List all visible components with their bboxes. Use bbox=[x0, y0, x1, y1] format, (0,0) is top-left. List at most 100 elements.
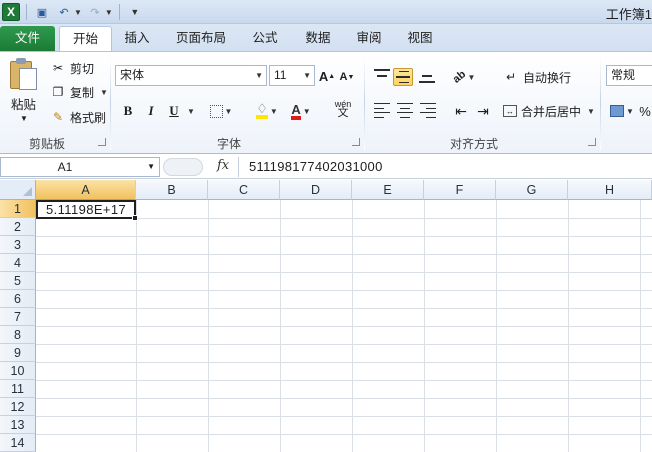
underline-dropdown-icon[interactable]: ▼ bbox=[185, 101, 195, 121]
underline-button[interactable]: U bbox=[164, 101, 184, 121]
insert-function-icon[interactable]: fx bbox=[217, 158, 229, 173]
row-header[interactable]: 8 bbox=[0, 326, 36, 344]
gridline bbox=[36, 272, 652, 273]
align-right-icon[interactable] bbox=[418, 101, 438, 119]
grow-font-button[interactable]: A ▲ bbox=[319, 66, 335, 86]
cut-button[interactable]: ✂ 剪切 bbox=[50, 58, 94, 78]
tab-page-layout[interactable]: 页面布局 bbox=[168, 26, 234, 51]
tab-data[interactable]: 数据 bbox=[296, 26, 340, 51]
font-size-combo[interactable]: 11 ▼ bbox=[269, 65, 315, 86]
currency-icon bbox=[610, 105, 625, 117]
chevron-down-icon[interactable]: ▼ bbox=[147, 158, 155, 176]
tab-view[interactable]: 视图 bbox=[398, 26, 442, 51]
column-header-h[interactable]: H bbox=[568, 180, 652, 200]
orientation-button[interactable]: ab ▼ bbox=[450, 67, 478, 87]
row-header[interactable]: 10 bbox=[0, 362, 36, 380]
paintbrush-icon: ✎ bbox=[52, 110, 64, 124]
undo-dropdown-icon[interactable]: ▼ bbox=[74, 8, 82, 17]
row-header[interactable]: 9 bbox=[0, 344, 36, 362]
merge-dropdown-icon[interactable]: ▼ bbox=[587, 107, 595, 116]
row-header[interactable]: 4 bbox=[0, 254, 36, 272]
font-name-combo[interactable]: 宋体 ▼ bbox=[115, 65, 267, 86]
fill-handle[interactable] bbox=[132, 215, 138, 221]
undo-icon[interactable]: ↶ bbox=[55, 3, 73, 21]
copy-button[interactable]: ❐ 复制 ▼ bbox=[50, 82, 108, 102]
column-header-c[interactable]: C bbox=[208, 180, 280, 200]
copy-dropdown-icon[interactable]: ▼ bbox=[100, 88, 108, 97]
ribbon-tabs: 文件 开始 插入 页面布局 公式 数据 审阅 视图 bbox=[0, 24, 652, 51]
increase-indent-icon[interactable]: ⇥ bbox=[473, 101, 493, 121]
excel-app-icon[interactable]: X bbox=[2, 3, 20, 21]
paste-dropdown-icon[interactable]: ▼ bbox=[20, 114, 28, 123]
format-painter-button[interactable]: ✎ 格式刷 bbox=[50, 107, 106, 127]
column-header-d[interactable]: D bbox=[280, 180, 352, 200]
cell-a1[interactable]: 5.11198E+17 bbox=[36, 200, 138, 221]
align-bottom-icon[interactable] bbox=[417, 67, 437, 85]
gridline bbox=[36, 344, 652, 345]
tab-home[interactable]: 开始 bbox=[59, 26, 112, 51]
merge-center-button[interactable]: ↔ 合并后居中 ▼ bbox=[503, 101, 595, 121]
row-header[interactable]: 13 bbox=[0, 416, 36, 434]
formula-bar: A1 ▼ fx 511198177402031000 bbox=[0, 155, 652, 179]
row-header[interactable]: 1 bbox=[0, 200, 36, 218]
tab-insert[interactable]: 插入 bbox=[114, 26, 160, 51]
clipboard-launcher-icon[interactable] bbox=[98, 138, 106, 146]
alignment-launcher-icon[interactable] bbox=[588, 138, 596, 146]
formula-bar-resize-handle[interactable] bbox=[163, 158, 203, 176]
formula-input[interactable]: 511198177402031000 bbox=[238, 157, 652, 177]
percent-style-button[interactable]: % bbox=[638, 101, 652, 121]
redo-icon[interactable]: ↷ bbox=[86, 3, 104, 21]
align-middle-icon[interactable] bbox=[393, 68, 413, 86]
alignment-group-label: 对齐方式 bbox=[449, 137, 498, 151]
tab-file[interactable]: 文件 bbox=[0, 26, 55, 51]
column-header-f[interactable]: F bbox=[424, 180, 496, 200]
align-left-icon[interactable] bbox=[372, 101, 392, 119]
merge-cells-icon: ↔ bbox=[503, 105, 517, 117]
align-top-icon[interactable] bbox=[372, 67, 392, 85]
column-header-g[interactable]: G bbox=[496, 180, 568, 200]
fill-color-button[interactable]: ♢ ▼ bbox=[252, 101, 282, 121]
borders-button[interactable]: ▼ bbox=[208, 101, 234, 121]
select-all-button[interactable] bbox=[0, 180, 36, 200]
row-header[interactable]: 3 bbox=[0, 236, 36, 254]
tab-formulas[interactable]: 公式 bbox=[243, 26, 287, 51]
gridline bbox=[36, 380, 652, 381]
customize-qat-icon[interactable]: ▼ bbox=[126, 3, 144, 21]
column-header-a[interactable]: A bbox=[36, 180, 136, 200]
row-header[interactable]: 12 bbox=[0, 398, 36, 416]
row-header[interactable]: 14 bbox=[0, 434, 36, 452]
worksheet-grid: A B C D E F G H 1 2 3 4 5 6 7 8 9 10 11 … bbox=[0, 180, 652, 452]
wrap-text-button[interactable]: ↵ 自动换行 bbox=[503, 67, 571, 87]
row-header[interactable]: 6 bbox=[0, 290, 36, 308]
format-painter-label: 格式刷 bbox=[70, 110, 107, 125]
name-box[interactable]: A1 ▼ bbox=[0, 157, 160, 177]
save-icon[interactable]: ▣ bbox=[33, 3, 51, 21]
font-group-label: 字体 bbox=[216, 137, 241, 151]
column-header-b[interactable]: B bbox=[136, 180, 208, 200]
tab-review[interactable]: 审阅 bbox=[347, 26, 391, 51]
redo-dropdown-icon[interactable]: ▼ bbox=[105, 8, 113, 17]
bold-button[interactable]: B bbox=[118, 101, 138, 121]
group-separator bbox=[110, 56, 111, 150]
row-header[interactable]: 5 bbox=[0, 272, 36, 290]
italic-button[interactable]: I bbox=[141, 101, 161, 121]
accounting-format-button[interactable]: ▼ bbox=[609, 101, 635, 121]
row-header[interactable]: 2 bbox=[0, 218, 36, 236]
align-center-icon[interactable] bbox=[395, 101, 415, 119]
phonetic-button[interactable]: wén 文 bbox=[326, 99, 360, 119]
paint-bucket-icon: ♢ bbox=[256, 102, 268, 119]
scissors-icon: ✂ bbox=[52, 61, 64, 75]
font-size-value: 11 bbox=[274, 68, 287, 82]
row-header[interactable]: 7 bbox=[0, 308, 36, 326]
shrink-font-button[interactable]: A ▼ bbox=[339, 67, 355, 87]
chevron-down-icon[interactable]: ▼ bbox=[303, 66, 311, 85]
font-launcher-icon[interactable] bbox=[352, 138, 360, 146]
row-header[interactable]: 11 bbox=[0, 380, 36, 398]
number-format-combo[interactable]: 常规 bbox=[606, 65, 652, 86]
chevron-down-icon[interactable]: ▼ bbox=[255, 66, 263, 85]
window-title: 工作簿1 bbox=[605, 7, 652, 22]
column-header-e[interactable]: E bbox=[352, 180, 424, 200]
decrease-indent-icon[interactable]: ⇤ bbox=[451, 101, 471, 121]
font-color-button[interactable]: A ▼ bbox=[286, 101, 316, 121]
paste-label: 粘贴 bbox=[11, 98, 37, 112]
